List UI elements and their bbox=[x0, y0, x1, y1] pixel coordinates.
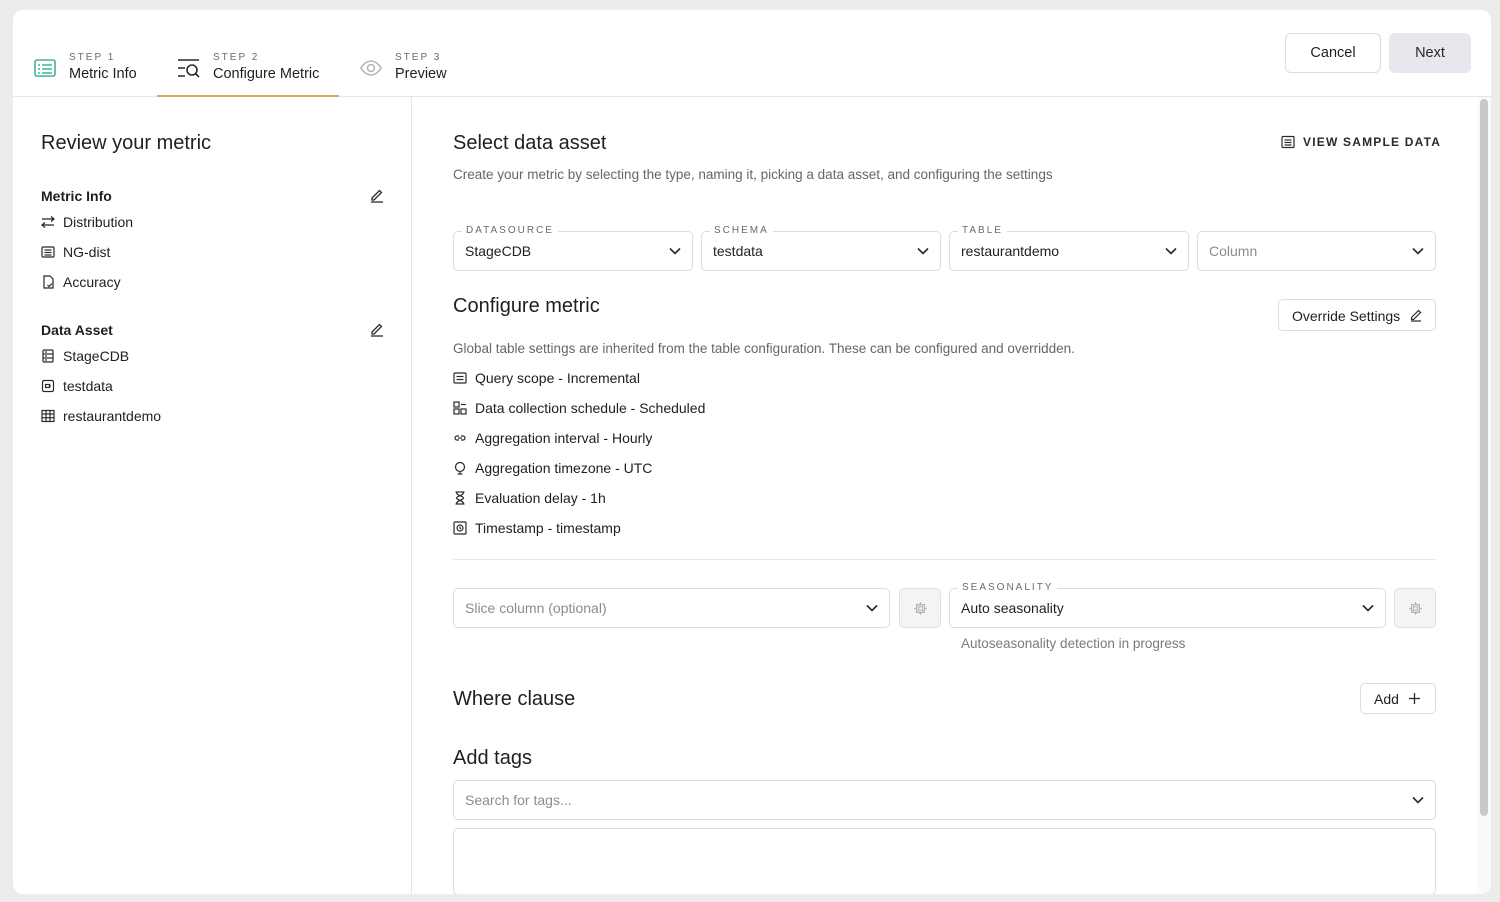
datasource-select-value: StageCDB bbox=[465, 243, 532, 259]
setting-label: Aggregation timezone - UTC bbox=[475, 460, 653, 476]
tags-search-placeholder: Search for tags... bbox=[465, 792, 572, 808]
review-sidebar: Review your metric Metric Info Distribut… bbox=[13, 97, 412, 894]
scrollbar-thumb[interactable] bbox=[1480, 99, 1488, 816]
slice-column-select[interactable]: Slice column (optional) bbox=[453, 588, 890, 628]
configure-metric-title: Configure metric bbox=[453, 295, 600, 317]
override-settings-button[interactable]: Override Settings bbox=[1278, 299, 1436, 331]
datasource-select[interactable]: DATASOURCE StageCDB bbox=[453, 225, 693, 271]
step-configure-metric[interactable]: STEP 2 Configure Metric bbox=[157, 10, 339, 97]
seasonality-select[interactable]: SEASONALITY Auto seasonality bbox=[949, 582, 1386, 628]
step-title: Configure Metric bbox=[213, 66, 320, 82]
list-icon bbox=[41, 246, 55, 258]
schedule-icon bbox=[453, 401, 467, 415]
gear-icon bbox=[1409, 602, 1422, 615]
schema-select-value: testdata bbox=[713, 243, 763, 259]
setting-label: Timestamp - timestamp bbox=[475, 520, 621, 536]
section-divider bbox=[453, 559, 1436, 560]
next-button[interactable]: Next bbox=[1389, 33, 1471, 73]
wizard-card: STEP 1 Metric Info STEP 2 Configure Metr… bbox=[13, 10, 1491, 894]
metric-category-label: Accuracy bbox=[63, 274, 121, 290]
chevron-down-icon bbox=[1412, 796, 1424, 804]
chevron-down-icon bbox=[917, 247, 929, 255]
table-select-value: restaurantdemo bbox=[961, 243, 1060, 259]
pencil-icon bbox=[1410, 309, 1422, 322]
add-tags-title: Add tags bbox=[453, 747, 532, 769]
chevron-down-icon bbox=[1362, 604, 1374, 612]
plus-icon bbox=[1409, 693, 1420, 704]
document-check-icon bbox=[43, 275, 54, 289]
step-kicker: STEP 2 bbox=[213, 52, 260, 63]
main-panel: Select data asset VIEW SAMPLE DATA Creat… bbox=[413, 97, 1491, 894]
schema-icon bbox=[41, 379, 55, 393]
distribution-icon bbox=[41, 216, 55, 228]
table-select[interactable]: TABLE restaurantdemo bbox=[949, 225, 1189, 271]
select-data-asset-title: Select data asset bbox=[453, 132, 607, 154]
view-sample-data-label: VIEW SAMPLE DATA bbox=[1303, 135, 1442, 149]
table-label: restaurantdemo bbox=[63, 408, 162, 424]
step-title: Metric Info bbox=[69, 66, 137, 82]
search-filter-icon bbox=[178, 59, 200, 78]
table-icon bbox=[41, 409, 55, 423]
seasonality-hint: Autoseasonality detection in progress bbox=[961, 636, 1186, 651]
datasource-select-label: DATASOURCE bbox=[462, 225, 558, 236]
metric-name-label: NG-dist bbox=[63, 244, 111, 260]
schema-label: testdata bbox=[63, 378, 113, 394]
schema-select-label: SCHEMA bbox=[710, 225, 773, 236]
chevron-down-icon bbox=[866, 604, 878, 612]
timestamp-icon bbox=[453, 521, 467, 535]
schema-select[interactable]: SCHEMA testdata bbox=[701, 225, 941, 271]
link-icon bbox=[454, 435, 466, 441]
seasonality-select-label: SEASONALITY bbox=[958, 582, 1058, 593]
configure-metric-description: Global table settings are inherited from… bbox=[453, 341, 1075, 356]
metric-type-label: Distribution bbox=[63, 214, 134, 230]
datasource-label: StageCDB bbox=[63, 348, 130, 364]
eye-icon bbox=[360, 60, 382, 76]
select-data-asset-description: Create your metric by selecting the type… bbox=[453, 167, 1053, 182]
step-metric-info[interactable]: STEP 1 Metric Info bbox=[33, 10, 163, 97]
table-select-label: TABLE bbox=[958, 225, 1007, 236]
chevron-down-icon bbox=[1412, 247, 1424, 255]
globe-icon bbox=[454, 461, 466, 475]
chevron-down-icon bbox=[669, 247, 681, 255]
hourglass-icon bbox=[455, 491, 465, 505]
column-select[interactable]: Column bbox=[1197, 231, 1436, 271]
add-where-clause-button[interactable]: Add bbox=[1360, 683, 1436, 714]
list-icon bbox=[1281, 135, 1295, 149]
chevron-down-icon bbox=[1165, 247, 1177, 255]
column-select-placeholder: Column bbox=[1209, 243, 1258, 259]
override-settings-label: Override Settings bbox=[1292, 308, 1401, 324]
sidebar-title: Review your metric bbox=[41, 132, 212, 154]
seasonality-select-value: Auto seasonality bbox=[961, 600, 1064, 616]
tags-search-select[interactable]: Search for tags... bbox=[453, 780, 1436, 820]
step-kicker: STEP 3 bbox=[395, 52, 442, 63]
setting-label: Aggregation interval - Hourly bbox=[475, 430, 653, 446]
seasonality-settings-button[interactable] bbox=[1394, 588, 1436, 628]
setting-label: Evaluation delay - 1h bbox=[475, 490, 606, 506]
list-icon bbox=[34, 59, 56, 77]
slice-column-placeholder: Slice column (optional) bbox=[465, 600, 607, 616]
add-label: Add bbox=[1374, 691, 1399, 707]
data-asset-heading: Data Asset bbox=[41, 322, 113, 338]
scope-icon bbox=[453, 372, 467, 384]
tags-area[interactable] bbox=[453, 828, 1436, 894]
database-icon bbox=[42, 349, 54, 363]
slice-settings-button[interactable] bbox=[899, 588, 941, 628]
cancel-button[interactable]: Cancel bbox=[1285, 33, 1381, 73]
step-kicker: STEP 1 bbox=[69, 52, 116, 63]
metric-info-heading: Metric Info bbox=[41, 188, 112, 204]
gear-icon bbox=[914, 602, 927, 615]
setting-label: Data collection schedule - Scheduled bbox=[475, 400, 706, 416]
step-title: Preview bbox=[395, 66, 447, 82]
setting-label: Query scope - Incremental bbox=[475, 370, 640, 386]
edit-metric-info-icon[interactable] bbox=[369, 187, 385, 203]
step-preview[interactable]: STEP 3 Preview bbox=[359, 10, 469, 97]
where-clause-title: Where clause bbox=[453, 688, 576, 710]
wizard-header: STEP 1 Metric Info STEP 2 Configure Metr… bbox=[13, 10, 1491, 97]
edit-data-asset-icon[interactable] bbox=[369, 321, 385, 337]
